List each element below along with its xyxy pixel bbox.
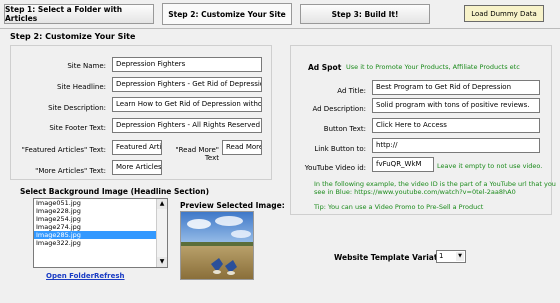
tab-step2[interactable]: Step 2: Customize Your Site (162, 3, 292, 25)
site-headline-label: Site Headline: (57, 83, 106, 91)
ad-title-label: Ad Title: (337, 87, 366, 95)
site-footer-input[interactable]: Depression Fighters - All Rights Reserve… (112, 118, 262, 133)
ad-description-input[interactable]: Solid program with tons of positive revi… (372, 98, 540, 113)
example-line-2: see in Blue: https://www.youtube.com/wat… (314, 188, 516, 196)
refresh-link[interactable]: Refresh (94, 272, 125, 280)
preview-image (180, 211, 254, 280)
chevron-down-icon[interactable]: ▼ (456, 252, 464, 261)
bg-image-list-item[interactable]: Image322.jpg (34, 239, 167, 247)
load-dummy-data-button[interactable]: Load Dummy Data (464, 5, 544, 22)
bg-image-list-item[interactable]: Image228.jpg (34, 207, 167, 215)
template-variation-select[interactable]: 1 ▼ (436, 250, 466, 263)
bg-image-heading: Select Background Image (Headline Sectio… (20, 187, 210, 196)
link-button-input[interactable]: http:// (372, 138, 540, 153)
featured-articles-input[interactable]: Featured Articles (112, 140, 162, 155)
site-name-label: Site Name: (67, 62, 106, 70)
video-hint-text: Leave it empty to not use video. (437, 162, 543, 170)
preview-landscape-image (181, 212, 253, 279)
ad-title-input[interactable]: Best Program to Get Rid of Depression (372, 80, 540, 95)
button-text-input[interactable]: Click Here to Access (372, 118, 540, 133)
site-description-label: Site Description: (48, 104, 106, 112)
youtube-video-id-label: YouTube Video id: (304, 164, 366, 172)
open-folder-link[interactable]: Open Folder (46, 272, 94, 280)
bg-image-list[interactable]: Image051.jpg Image228.jpg Image254.jpg Imag… (33, 198, 168, 268)
bg-image-list-item[interactable]: Image051.jpg (34, 199, 167, 207)
tab-step1[interactable]: Step 1: Select a Folder with Articles (4, 4, 154, 24)
list-scrollbar[interactable] (156, 209, 167, 257)
scroll-up-arrow-icon[interactable]: ▲ (156, 199, 167, 209)
bg-image-list-item[interactable]: Image285.jpg (34, 231, 167, 239)
site-headline-input[interactable]: Depression Fighters - Get Rid of Depress… (112, 77, 262, 92)
more-articles-label: "More Articles" Text: (35, 167, 106, 175)
youtube-video-id-input[interactable]: fvFuQR_WkM (372, 157, 434, 172)
section-title: Step 2: Customize Your Site (10, 32, 136, 41)
bg-image-list-item[interactable]: Image274.jpg (34, 223, 167, 231)
template-variation-value: 1 (439, 252, 444, 260)
ad-spot-title: Ad Spot (308, 63, 342, 72)
preview-heading: Preview Selected Image: (180, 201, 285, 210)
button-text-label: Button Text: (323, 125, 366, 133)
tip-text: Tip: You can use a Video Promo to Pre-Se… (314, 203, 484, 211)
read-more-input[interactable]: Read More (222, 140, 262, 155)
site-footer-label: Site Footer Text: (49, 124, 106, 132)
example-line-1: In the following example, the video ID i… (314, 180, 556, 188)
bg-image-list-item[interactable]: Image254.jpg (34, 215, 167, 223)
site-name-input[interactable]: Depression Fighters (112, 57, 262, 72)
ad-description-label: Ad Description: (312, 105, 366, 113)
scroll-down-arrow-icon[interactable]: ▼ (156, 257, 167, 267)
tab-bar: Step 1: Select a Folder with Articles St… (0, 0, 560, 29)
ad-spot-subtitle: Use it to Promote Your Products, Affilia… (346, 63, 520, 71)
featured-articles-label: "Featured Articles" Text: (21, 146, 106, 154)
read-more-label: "Read More" Text (175, 146, 219, 162)
link-button-label: Link Button to: (314, 145, 366, 153)
more-articles-input[interactable]: More Articles (112, 160, 162, 175)
tab-step3[interactable]: Step 3: Build It! (300, 4, 430, 24)
site-description-input[interactable]: Learn How to Get Rid of Depression witho… (112, 97, 262, 112)
